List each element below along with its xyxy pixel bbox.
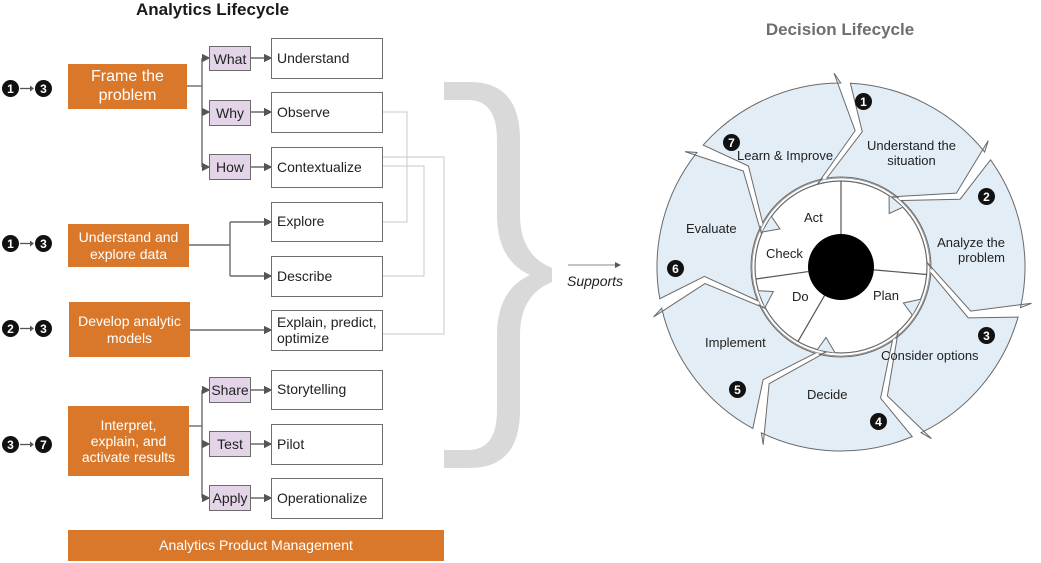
step-badge-6: 6 [667,260,684,277]
step-2-label: Analyze the problem [920,235,1005,266]
inner-do: Do [792,289,809,304]
inner-check: Check [766,246,803,261]
step-5-label: Implement [705,335,766,350]
step-1-label: Understand the situation [859,138,964,169]
step-4-label: Decide [807,387,848,402]
step-badge-5: 5 [729,381,746,398]
step-1-text: Understand the situation [867,138,956,168]
step-7-label: Learn & Improve [737,148,834,163]
step-badge-3: 3 [978,327,995,344]
wheel-center [808,234,874,300]
inner-act: Act [804,210,823,225]
step-badge-2: 2 [978,188,995,205]
decision-wheel [653,72,1032,452]
step-badge-4: 4 [870,413,887,430]
step-6-label: Evaluate [686,221,737,236]
step-badge-1: 1 [855,93,872,110]
step-2-text: Analyze the problem [937,235,1005,265]
inner-plan: Plan [873,288,900,303]
step-badge-7: 7 [723,134,740,151]
step-3-label: Consider options [881,348,979,363]
